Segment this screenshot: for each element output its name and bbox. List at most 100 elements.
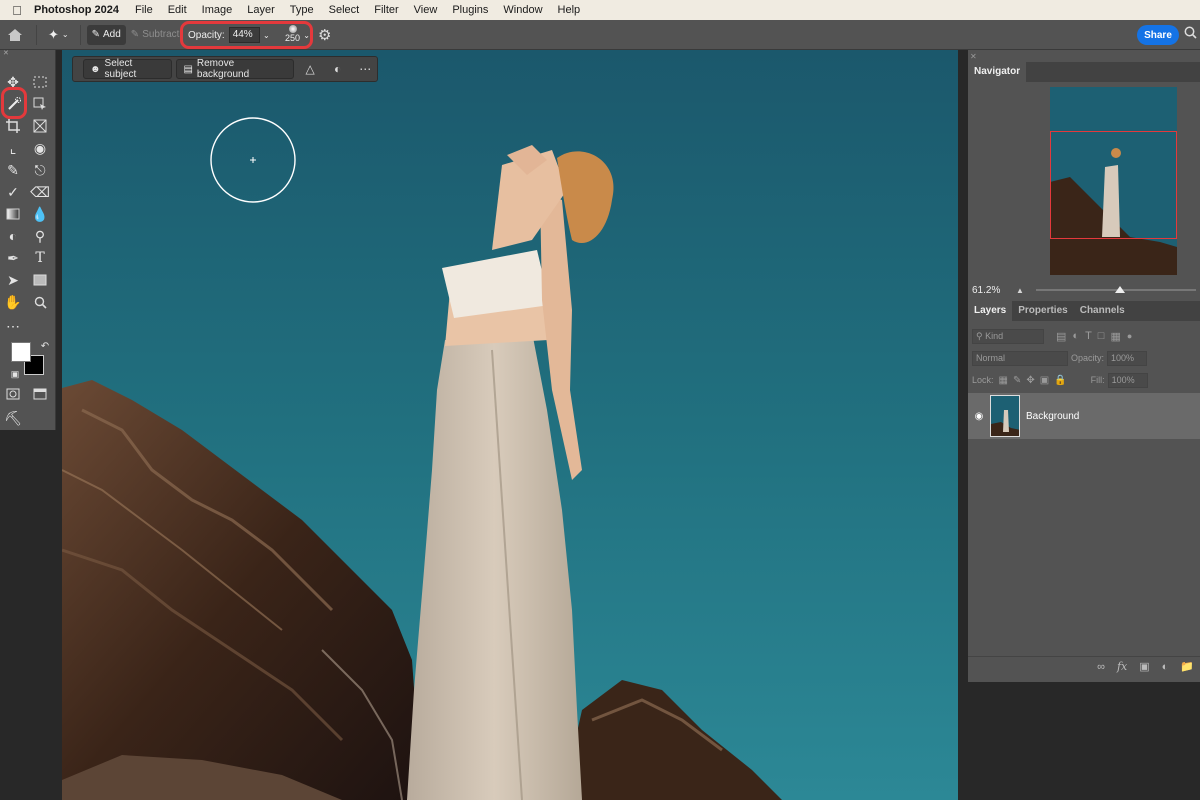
brush-tool-icon[interactable]: ✎ [2,160,24,180]
lock-transparent-icon[interactable]: ▦ [999,375,1008,386]
screen-mode-icon[interactable] [29,384,51,404]
healing-brush-tool-icon[interactable]: ◉ [29,138,51,158]
opacity-input[interactable]: 44% [228,27,261,43]
chevron-down-icon[interactable]: ⌄ [303,31,310,40]
lock-all-icon[interactable]: 🔒 [1054,375,1066,386]
more-tools-icon[interactable]: ⋯ [2,316,24,336]
hand-tool-icon[interactable]: ✋ [2,292,24,312]
layer-fill-input[interactable]: 100% [1107,372,1148,388]
fx-icon[interactable]: fx [1117,660,1127,673]
filter-smart-object-icon[interactable]: ▦ [1110,330,1120,343]
eyedropper-tool-icon[interactable]: ⌞ [2,138,24,158]
menu-filter[interactable]: Filter [374,4,398,16]
lock-image-icon[interactable]: ✎ [1013,375,1021,386]
add-mask-icon[interactable]: ▣ [1139,660,1149,673]
opacity-label: Opacity: [1071,353,1105,363]
menu-window[interactable]: Window [503,4,542,16]
tab-navigator[interactable]: Navigator [968,62,1027,82]
document-canvas[interactable] [62,50,958,800]
object-selection-tool-icon[interactable] [29,94,51,114]
brush-size-picker[interactable]: 250 [284,24,302,46]
navigator-view-rect[interactable] [1050,131,1177,239]
zoom-level[interactable]: 61.2% [972,285,1012,296]
filter-shape-icon[interactable]: □ [1098,330,1105,342]
type-tool-icon[interactable]: T [29,248,51,268]
quick-mask-icon[interactable] [2,384,24,404]
swap-colors-icon[interactable]: ↶ [34,336,56,356]
gear-icon[interactable]: ⚙ [318,26,331,44]
quick-selection-preset-icon: ✦ [48,26,59,42]
transform-selection-icon[interactable]: △ [298,59,322,79]
menu-view[interactable]: View [414,4,438,16]
filter-pixel-icon[interactable]: ▤ [1056,330,1066,343]
lock-artboard-icon[interactable]: ▣ [1040,375,1049,386]
options-bar: ✦ ⌄ ✎ Add ✎ Subtract Opacity: 44% ⌄ 250 … [0,20,1200,50]
menu-edit[interactable]: Edit [168,4,187,16]
tab-layers[interactable]: Layers [968,301,1013,321]
invert-selection-icon[interactable]: ◐ [326,59,350,79]
menu-plugins[interactable]: Plugins [452,4,488,16]
rectangle-tool-icon[interactable] [29,270,51,290]
filter-adjustment-icon[interactable]: ◐ [1072,330,1079,342]
collapse-icon[interactable]: ✕ [0,50,55,58]
search-icon[interactable] [1184,26,1197,42]
layers-panel-footer: ∞ fx ▣ ◐ 📁 [968,656,1200,676]
subtract-mode-button[interactable]: ✎ Subtract [126,25,185,45]
add-mode-button[interactable]: ✎ Add [86,24,126,45]
apple-icon[interactable]:  [0,3,34,18]
clone-stamp-tool-icon[interactable]: ⎋ [29,160,51,180]
adjustment-layer-icon[interactable]: ◐ [1162,661,1169,673]
zoom-tool-icon[interactable] [29,292,51,312]
layers-tabs: Layers Properties Channels [968,301,1200,321]
close-icon[interactable]: ✕ [970,52,977,61]
tab-properties[interactable]: Properties [1012,301,1073,321]
menu-image[interactable]: Image [202,4,233,16]
more-options-icon[interactable]: ⋯ [353,59,377,79]
foreground-color-swatch[interactable] [11,342,31,362]
panel-gutter [958,50,968,800]
path-selection-tool-icon[interactable]: ➤ [2,270,24,290]
tab-channels[interactable]: Channels [1074,301,1131,321]
app-name-menu[interactable]: Photoshop 2024 [34,4,119,16]
tool-preset-picker[interactable]: ✦ ⌄ [43,25,74,45]
filter-toggle-icon[interactable]: ● [1127,331,1132,341]
pen-tool-icon[interactable]: ✒ [2,248,24,268]
link-layers-icon[interactable]: ∞ [1097,661,1105,673]
eye-icon[interactable]: ◉ [968,411,990,422]
zoom-slider-thumb[interactable] [1115,286,1125,293]
add-mode-label: Add [103,29,121,40]
menu-type[interactable]: Type [290,4,314,16]
select-subject-button[interactable]: ☻ Select subject [83,58,173,80]
filter-type-icon[interactable]: T [1085,330,1092,342]
layer-opacity-input[interactable]: 100% [1107,350,1148,366]
history-brush-tool-icon[interactable]: ✓ [2,182,24,202]
blend-mode-select[interactable]: Normal [972,350,1068,366]
crop-tool-icon[interactable] [2,116,24,136]
menu-select[interactable]: Select [329,4,360,16]
menu-layer[interactable]: Layer [247,4,275,16]
marquee-tool-icon[interactable] [29,72,51,92]
remove-background-button[interactable]: ▤ Remove background [176,58,295,80]
eraser-tool-icon[interactable]: ⌫ [29,182,51,202]
blend-mode-row: Normal Opacity: 100% [968,347,1200,369]
chevron-down-icon[interactable]: ⌄ [263,31,270,40]
lock-position-icon[interactable]: ✥ [1026,375,1034,386]
blur-tool-icon[interactable]: 💧 [29,204,51,224]
layer-row-background[interactable]: ◉ Background [968,393,1200,439]
image-icon: ▤ [183,63,193,75]
dodge-tool-icon[interactable]: ◐ [2,226,24,246]
layer-kind-filter[interactable]: ⚲ Kind [972,328,1044,344]
share-button[interactable]: Share [1137,25,1179,45]
edit-toolbar-icon[interactable]: ⛏ [2,408,24,428]
layer-name: Background [1026,410,1080,422]
menu-file[interactable]: File [135,4,153,16]
menu-help[interactable]: Help [558,4,581,16]
frame-tool-icon[interactable] [29,116,51,136]
sponge-tool-icon[interactable]: ⚲ [29,226,51,246]
new-group-icon[interactable]: 📁 [1180,660,1194,673]
gradient-tool-icon[interactable] [2,204,24,224]
home-icon[interactable] [0,20,30,50]
select-subject-label: Select subject [104,58,137,80]
zoom-out-icon[interactable]: ▲ [1016,286,1024,295]
default-colors-icon[interactable]: ▣ [4,364,26,384]
